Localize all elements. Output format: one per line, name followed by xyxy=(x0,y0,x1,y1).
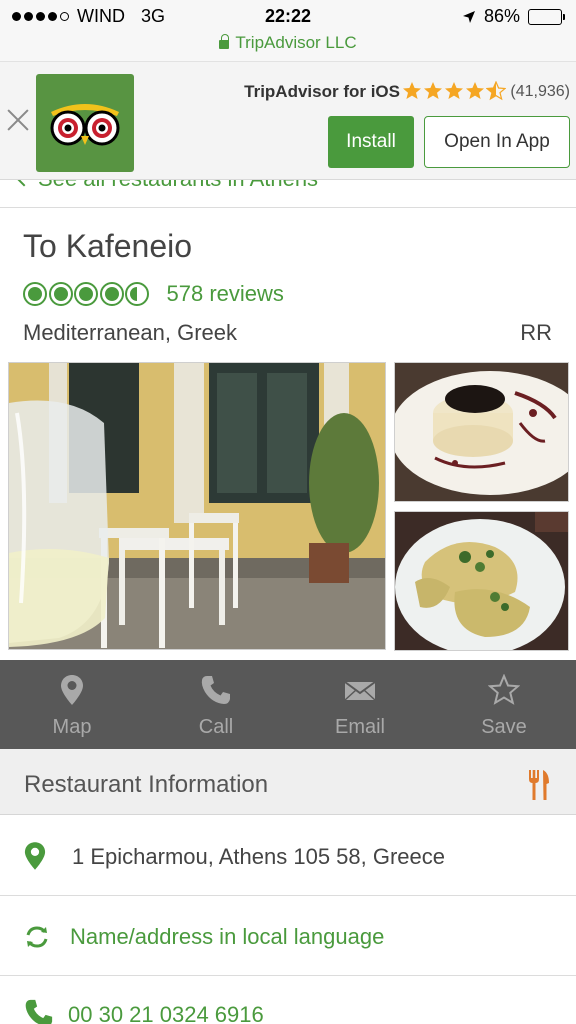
status-right: 86% xyxy=(462,6,565,27)
banner-app-title: TripAdvisor for iOS xyxy=(244,82,400,101)
star-icon xyxy=(424,82,442,99)
rating-bubble-icon xyxy=(48,282,73,306)
call-action-button[interactable]: Call xyxy=(144,660,288,749)
action-label: Save xyxy=(481,716,527,738)
envelope-icon xyxy=(344,681,376,701)
phone-number-link[interactable]: 00 30 21 0324 6916 xyxy=(68,1002,264,1024)
open-in-app-button[interactable]: Open In App xyxy=(424,116,570,168)
star-icon xyxy=(466,82,484,99)
fork-knife-icon xyxy=(529,770,549,800)
star-icon xyxy=(403,82,421,99)
battery-icon xyxy=(528,8,565,25)
address-row[interactable]: 1 Epicharmou, Athens 105 58, Greece xyxy=(0,816,576,896)
rating-half-bubble-icon xyxy=(125,282,149,306)
phone-icon xyxy=(201,676,230,704)
lock-icon xyxy=(219,34,230,49)
action-bar: Map Call Email Save xyxy=(0,660,576,749)
battery-percent: 86% xyxy=(483,6,520,26)
rating-bubble-icon xyxy=(23,282,47,306)
phone-icon xyxy=(25,999,53,1024)
restaurant-photo-dessert[interactable] xyxy=(394,362,569,502)
restaurant-name: To Kafeneio xyxy=(23,228,193,264)
address-text: 1 Epicharmou, Athens 105 58, Greece xyxy=(72,844,446,869)
reviews-link[interactable]: 578 reviews xyxy=(167,281,284,307)
close-icon[interactable] xyxy=(4,106,32,134)
action-label: Map xyxy=(52,716,92,738)
rating-row[interactable]: 578 reviews xyxy=(23,281,284,307)
status-bar: WIND 3G 22:22 86% TripAdvisor LLC xyxy=(0,0,576,62)
local-language-row[interactable]: Name/address in local language xyxy=(0,896,576,976)
map-pin-icon xyxy=(61,675,83,705)
phone-row[interactable]: 00 30 21 0324 6916 xyxy=(0,976,576,1024)
restaurant-photo-pies[interactable] xyxy=(394,511,569,651)
rating-bubble-icon xyxy=(74,282,98,306)
price-level: RR xyxy=(520,320,552,345)
action-label: Call xyxy=(198,716,234,738)
action-label: Email xyxy=(334,716,385,738)
restaurant-photo-main[interactable] xyxy=(8,362,386,650)
map-pin-icon xyxy=(24,842,46,870)
back-link-label: See all restaurants in Athens xyxy=(38,180,318,192)
cuisine-text: Mediterranean, Greek xyxy=(23,320,237,345)
install-button[interactable]: Install xyxy=(328,116,414,168)
map-action-button[interactable]: Map xyxy=(0,660,144,749)
star-outline-icon xyxy=(488,674,520,705)
back-to-restaurants-link[interactable]: See all restaurants in Athens xyxy=(0,180,576,208)
save-action-button[interactable]: Save xyxy=(432,660,576,749)
banner-star-rating xyxy=(402,81,506,101)
chevron-left-icon xyxy=(15,180,33,187)
star-icon xyxy=(445,82,463,99)
tripadvisor-owl-icon xyxy=(36,74,134,172)
restaurant-information-header: Restaurant Information xyxy=(0,749,576,815)
url-text: TripAdvisor LLC xyxy=(235,33,357,52)
banner-rating-count: (41,936) xyxy=(510,83,570,100)
email-action-button[interactable]: Email xyxy=(288,660,432,749)
page-url[interactable]: TripAdvisor LLC xyxy=(0,33,576,53)
refresh-icon xyxy=(26,926,48,948)
location-arrow-icon xyxy=(462,10,475,23)
section-title: Restaurant Information xyxy=(24,771,269,798)
rating-bubble-icon xyxy=(99,282,124,306)
app-install-banner: TripAdvisor for iOS (41,936) Install Ope… xyxy=(0,62,576,180)
local-language-link[interactable]: Name/address in local language xyxy=(70,924,384,950)
half-star-icon xyxy=(486,81,506,101)
